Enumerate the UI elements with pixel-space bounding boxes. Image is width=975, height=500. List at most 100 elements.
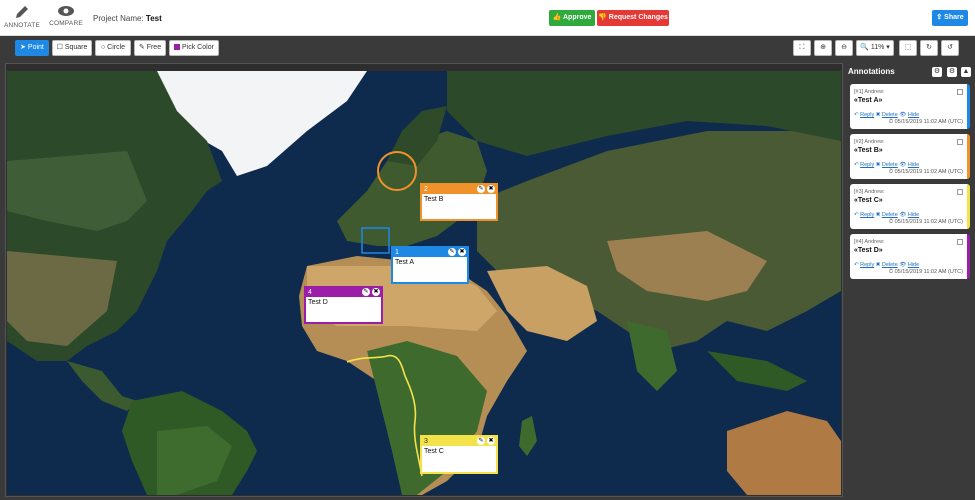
fullscreen-button[interactable]: ⬚ — [899, 40, 917, 56]
free-label: Free — [146, 44, 162, 51]
collapse-icon[interactable]: ▲ — [961, 67, 971, 77]
card-author: [#3] Andrew: — [854, 189, 885, 195]
note-header: 2 ✎ ✖ — [422, 185, 496, 194]
card-actions: ↶ Reply ✖ Delete 👁 Hide — [854, 112, 919, 118]
zoom-out-button[interactable]: ⊖ — [835, 40, 853, 56]
annotate-label: ANNOTATE — [3, 22, 41, 29]
project-prefix: Project Name: — [93, 14, 144, 23]
gear-icon[interactable]: ⚙ — [947, 67, 957, 77]
close-icon[interactable]: ✖ — [458, 248, 466, 256]
fit-screen-button[interactable]: ⛶ — [793, 40, 811, 56]
note-number: 2 — [424, 186, 428, 193]
card-timestamp: ⏱ 05/15/2019 11:02 AM (UTC) — [888, 219, 963, 225]
circle-label: Circle — [107, 44, 126, 51]
close-icon[interactable]: ✖ — [372, 288, 380, 296]
card-checkbox[interactable] — [957, 189, 963, 195]
zoom-in-button[interactable]: ⊕ — [814, 40, 832, 56]
note-header: 1 ✎ ✖ — [393, 248, 467, 257]
card-title: «Test D» — [854, 247, 883, 254]
approve-button[interactable]: 👍 Approve — [549, 10, 595, 26]
sidebar-title: Annotations — [848, 67, 895, 76]
reply-link[interactable]: ↶ Reply — [854, 262, 874, 268]
zoom-level-value: 11% — [870, 44, 885, 51]
zoom-level-dropdown[interactable]: 🔍 11% ▾ — [856, 40, 894, 56]
reset-button[interactable]: ↺ — [941, 40, 959, 56]
project-name: Project Name: Test — [93, 14, 162, 23]
annotation-note-1[interactable]: 1 ✎ ✖ Test A — [391, 246, 469, 284]
point-label: Point — [27, 44, 44, 51]
annotation-note-2[interactable]: 2 ✎ ✖ Test B — [420, 183, 498, 221]
color-swatch — [174, 44, 181, 51]
close-icon[interactable]: ✖ — [487, 185, 495, 193]
note-number: 1 — [395, 249, 399, 256]
compare-label: COMPARE — [49, 20, 83, 27]
card-checkbox[interactable] — [957, 89, 963, 95]
top-header: ANNOTATE COMPARE Project Name: Test 👍 Ap… — [0, 0, 975, 36]
reply-link[interactable]: ↶ Reply — [854, 212, 874, 218]
note-text: Test B — [424, 196, 444, 203]
settings-icon[interactable]: ⚙ — [932, 67, 942, 77]
request-changes-button[interactable]: 👎 Request Changes — [597, 10, 669, 26]
card-timestamp: ⏱ 05/15/2019 11:02 AM (UTC) — [888, 119, 963, 125]
hide-link[interactable]: 👁 Hide — [899, 212, 919, 218]
card-author: [#1] Andrew: — [854, 89, 885, 95]
note-number: 3 — [424, 438, 428, 445]
annotations-sidebar: Annotations ⚙ ⚙ ▲ [#1] Andrew: «Test A» … — [843, 63, 975, 500]
hide-link[interactable]: 👁 Hide — [899, 162, 919, 168]
note-number: 4 — [308, 289, 312, 296]
pick-color-button[interactable]: Pick Color — [169, 40, 219, 56]
square-tool-button[interactable]: ☐ Square — [52, 40, 92, 56]
approve-label: Approve — [563, 14, 592, 21]
card-title: «Test C» — [854, 197, 883, 204]
card-title: «Test B» — [854, 147, 883, 154]
close-icon[interactable]: ✖ — [487, 437, 495, 445]
request-changes-label: Request Changes — [608, 14, 668, 21]
card-author: [#4] Andrew: — [854, 239, 885, 245]
note-text: Test A — [395, 259, 415, 266]
pick-color-label: Pick Color — [182, 44, 214, 51]
circle-tool-button[interactable]: ○ Circle — [95, 40, 131, 56]
delete-link[interactable]: ✖ Delete — [876, 112, 898, 118]
annotation-card-3[interactable]: [#3] Andrew: «Test C» ↶ Reply ✖ Delete 👁… — [850, 184, 970, 229]
reply-link[interactable]: ↶ Reply — [854, 112, 874, 118]
project-name-value: Test — [145, 14, 162, 23]
hide-link[interactable]: 👁 Hide — [899, 262, 919, 268]
delete-link[interactable]: ✖ Delete — [876, 262, 898, 268]
compare-mode-button[interactable]: COMPARE — [46, 4, 86, 27]
card-actions: ↶ Reply ✖ Delete 👁 Hide — [854, 262, 919, 268]
reply-link[interactable]: ↶ Reply — [854, 162, 874, 168]
hide-link[interactable]: 👁 Hide — [899, 112, 919, 118]
pencil-icon — [16, 6, 28, 18]
annotation-card-4[interactable]: [#4] Andrew: «Test D» ↶ Reply ✖ Delete 👁… — [850, 234, 970, 279]
rotate-right-button[interactable]: ↻ — [920, 40, 938, 56]
point-tool-button[interactable]: ➤ Point — [15, 40, 49, 56]
share-button[interactable]: ⇪ Share — [932, 10, 968, 26]
card-actions: ↶ Reply ✖ Delete 👁 Hide — [854, 212, 919, 218]
toolbar: ➤ Point ☐ Square ○ Circle ✎ Free Pick Co… — [0, 36, 975, 61]
edit-icon[interactable]: ✎ — [477, 437, 485, 445]
card-author: [#2] Andrew: — [854, 139, 885, 145]
free-tool-button[interactable]: ✎ Free — [134, 40, 166, 56]
card-timestamp: ⏱ 05/15/2019 11:02 AM (UTC) — [888, 169, 963, 175]
card-actions: ↶ Reply ✖ Delete 👁 Hide — [854, 162, 919, 168]
card-checkbox[interactable] — [957, 139, 963, 145]
edit-icon[interactable]: ✎ — [362, 288, 370, 296]
note-header: 3 ✎ ✖ — [422, 437, 496, 446]
delete-link[interactable]: ✖ Delete — [876, 162, 898, 168]
annotation-card-2[interactable]: [#2] Andrew: «Test B» ↶ Reply ✖ Delete 👁… — [850, 134, 970, 179]
share-label: Share — [944, 14, 964, 21]
annotation-card-1[interactable]: [#1] Andrew: «Test A» ↶ Reply ✖ Delete 👁… — [850, 84, 970, 129]
edit-icon[interactable]: ✎ — [448, 248, 456, 256]
card-timestamp: ⏱ 05/15/2019 11:02 AM (UTC) — [888, 269, 963, 275]
eye-icon — [58, 6, 74, 16]
note-header: 4 ✎ ✖ — [306, 288, 381, 297]
annotate-mode-button[interactable]: ANNOTATE — [2, 4, 42, 29]
annotation-note-3[interactable]: 3 ✎ ✖ Test C — [420, 435, 498, 474]
edit-icon[interactable]: ✎ — [477, 185, 485, 193]
delete-link[interactable]: ✖ Delete — [876, 212, 898, 218]
annotation-note-4[interactable]: 4 ✎ ✖ Test D — [304, 286, 383, 324]
square-label: Square — [64, 44, 88, 51]
card-title: «Test A» — [854, 97, 883, 104]
note-text: Test D — [308, 299, 328, 306]
card-checkbox[interactable] — [957, 239, 963, 245]
